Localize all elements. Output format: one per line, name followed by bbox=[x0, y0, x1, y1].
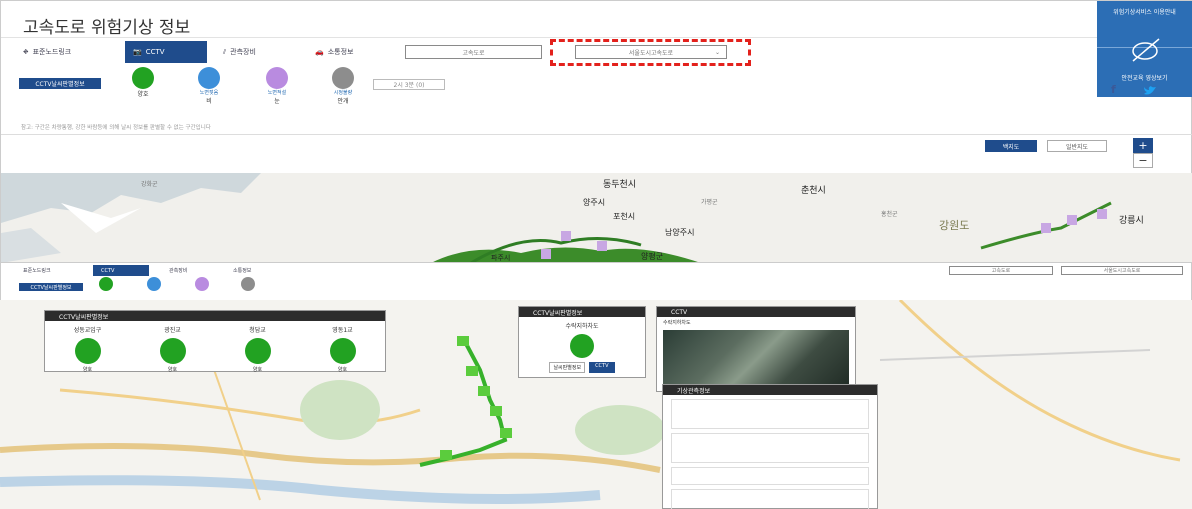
map-label-gapyeong: 가평군 bbox=[701, 199, 718, 206]
popup-place: 수락지하차도 bbox=[663, 320, 691, 326]
weather-snow-icon bbox=[266, 67, 288, 89]
road-type-select[interactable]: 고속도로 bbox=[405, 45, 542, 59]
tab-cctv-small[interactable]: CCTV bbox=[93, 265, 149, 276]
notice-text: 참고: 구간은 차량통행, 강한 바람등에 의해 날씨 정보를 판별할 수 없는… bbox=[21, 125, 211, 131]
top-panel: 고속도로 위험기상 정보 ⛖ 표준노드링크 📷 CCTV ⫽ 관측장비 🚗 소통정보 고… bbox=[0, 0, 1192, 263]
camera-icon: 📷 bbox=[133, 48, 142, 56]
tab-standard-node-link[interactable]: ⛖ 표준노드링크 bbox=[15, 41, 115, 63]
section-divider bbox=[1, 134, 1192, 135]
facebook-icon[interactable]: f bbox=[1111, 83, 1116, 96]
tab-traffic-small[interactable]: 소통정보 bbox=[225, 265, 281, 276]
cctv-button[interactable]: CCTV bbox=[589, 362, 615, 373]
popup-place: 수락지하차도 bbox=[565, 323, 599, 330]
twitter-icon[interactable] bbox=[1143, 85, 1157, 96]
map-label-gangwon: 강원도 bbox=[939, 219, 970, 232]
weather-good-icon bbox=[570, 334, 594, 358]
map-label-yangju: 양주시 bbox=[583, 198, 606, 207]
highlight-box bbox=[550, 39, 751, 66]
map-label-hongcheon: 홍천군 bbox=[881, 211, 898, 218]
info-block-1 bbox=[671, 399, 869, 429]
region-card-2[interactable]: 광진교 양호 bbox=[130, 325, 215, 373]
no-view-icon bbox=[1132, 38, 1160, 62]
tab-cctv[interactable]: 📷 CCTV bbox=[125, 41, 207, 63]
weather-fog-icon bbox=[332, 67, 354, 89]
map-label-ganghwa: 강화군 bbox=[141, 181, 158, 188]
normal-map-button[interactable]: 일반지도 bbox=[1047, 140, 1107, 152]
page-title: 고속도로 위험기상 정보 bbox=[23, 18, 191, 38]
weather-good-icon-small bbox=[99, 277, 113, 291]
map-label-pocheon: 포천시 bbox=[613, 212, 636, 221]
map-label-gangneung: 강릉시 bbox=[1119, 216, 1144, 226]
level-good: 양호 bbox=[123, 67, 163, 98]
observation-info-popup: 기상관측정보 bbox=[662, 384, 878, 509]
cctv-region-panel-header: CCTV날씨판별정보 bbox=[45, 311, 385, 321]
map-label-dongducheon: 동두천시 bbox=[603, 180, 637, 190]
weather-rain-icon bbox=[198, 67, 220, 89]
weather-fog-icon-small bbox=[241, 277, 255, 291]
info-block-3 bbox=[671, 467, 869, 485]
map-label-chuncheon: 춘천시 bbox=[801, 186, 826, 196]
tab-traffic[interactable]: 🚗 소통정보 bbox=[307, 41, 387, 63]
level-fog: 시정불량 안개 bbox=[323, 67, 363, 105]
weather-info-button[interactable]: 날씨판별정보 bbox=[549, 362, 586, 373]
map-terrain bbox=[1, 173, 1112, 263]
zoom-out-button[interactable]: − bbox=[1133, 153, 1153, 168]
popup-header: CCTV날씨판별정보 bbox=[519, 307, 645, 317]
level-rain: 노면젖음 비 bbox=[189, 67, 229, 105]
weather-good-icon bbox=[159, 338, 186, 364]
car-icon: 🚗 bbox=[315, 48, 324, 56]
popup-header: 기상관측정보 bbox=[663, 385, 877, 395]
region-card-4[interactable]: 영동1교 양호 bbox=[300, 325, 385, 373]
road-name-select-small[interactable]: 서울도시고속도로 bbox=[1061, 266, 1183, 275]
map-label-namyangju: 남양주시 bbox=[665, 228, 695, 237]
weather-good-icon bbox=[244, 338, 271, 364]
weather-good-icon bbox=[132, 67, 154, 89]
cctv-region-panel: CCTV날씨판별정보 성동교입구 양호 광진교 양호 청담교 양호 영동1교 양… bbox=[44, 310, 386, 373]
info-block-4 bbox=[671, 489, 869, 509]
cctv-info-badge: CCTV날씨판별정보 bbox=[19, 78, 101, 89]
region-card-3[interactable]: 청담교 양호 bbox=[215, 325, 300, 373]
safety-video-link[interactable]: 안전교육 영상보기 bbox=[1097, 73, 1192, 82]
level-snow: 노면적설 눈 bbox=[257, 67, 297, 105]
popup-header: CCTV bbox=[657, 307, 855, 317]
tab-standard-node-link-small[interactable]: 표준노드링크 bbox=[15, 265, 87, 276]
tab-observation-small[interactable]: 관측장비 bbox=[161, 265, 217, 276]
chart-icon: ⫽ bbox=[223, 47, 227, 56]
blank-map-button[interactable]: 백지도 bbox=[985, 140, 1037, 152]
weather-snow-icon-small bbox=[195, 277, 209, 291]
road-icon: ⛖ bbox=[23, 47, 29, 56]
tab-observation[interactable]: ⫽ 관측장비 bbox=[215, 41, 295, 63]
region-card-1[interactable]: 성동교입구 양호 bbox=[45, 325, 130, 373]
service-guide-link[interactable]: 위험기상서비스 이용안내 bbox=[1097, 7, 1192, 16]
zoom-in-button[interactable]: + bbox=[1133, 138, 1153, 153]
cctv-video-popup: CCTV 수락지하차도 bbox=[656, 306, 856, 392]
weather-good-icon bbox=[329, 338, 356, 364]
title-divider bbox=[1, 37, 1192, 38]
detail-map[interactable]: CCTV날씨판별정보 성동교입구 양호 광진교 양호 청담교 양호 영동1교 양… bbox=[0, 300, 1192, 509]
cctv-weather-popup: CCTV날씨판별정보 수락지하차도 날씨판별정보 CCTV bbox=[518, 306, 646, 378]
weather-good-icon bbox=[74, 338, 101, 364]
cctv-image[interactable] bbox=[663, 330, 849, 390]
overview-map[interactable]: 동두천시 춘천시 양주시 포천시 가평군 남양주시 강원도 강릉시 홍천군 강화… bbox=[1, 173, 1192, 263]
weather-rain-icon-small bbox=[147, 277, 161, 291]
time-display: 2시 3분 (0) bbox=[373, 79, 445, 90]
map-label-yangpyeong: 양평군 bbox=[641, 252, 664, 261]
road-type-select-small[interactable]: 고속도로 bbox=[949, 266, 1053, 275]
info-block-2 bbox=[671, 433, 869, 463]
cctv-info-badge-small: CCTV날씨판별정보 bbox=[19, 283, 83, 291]
